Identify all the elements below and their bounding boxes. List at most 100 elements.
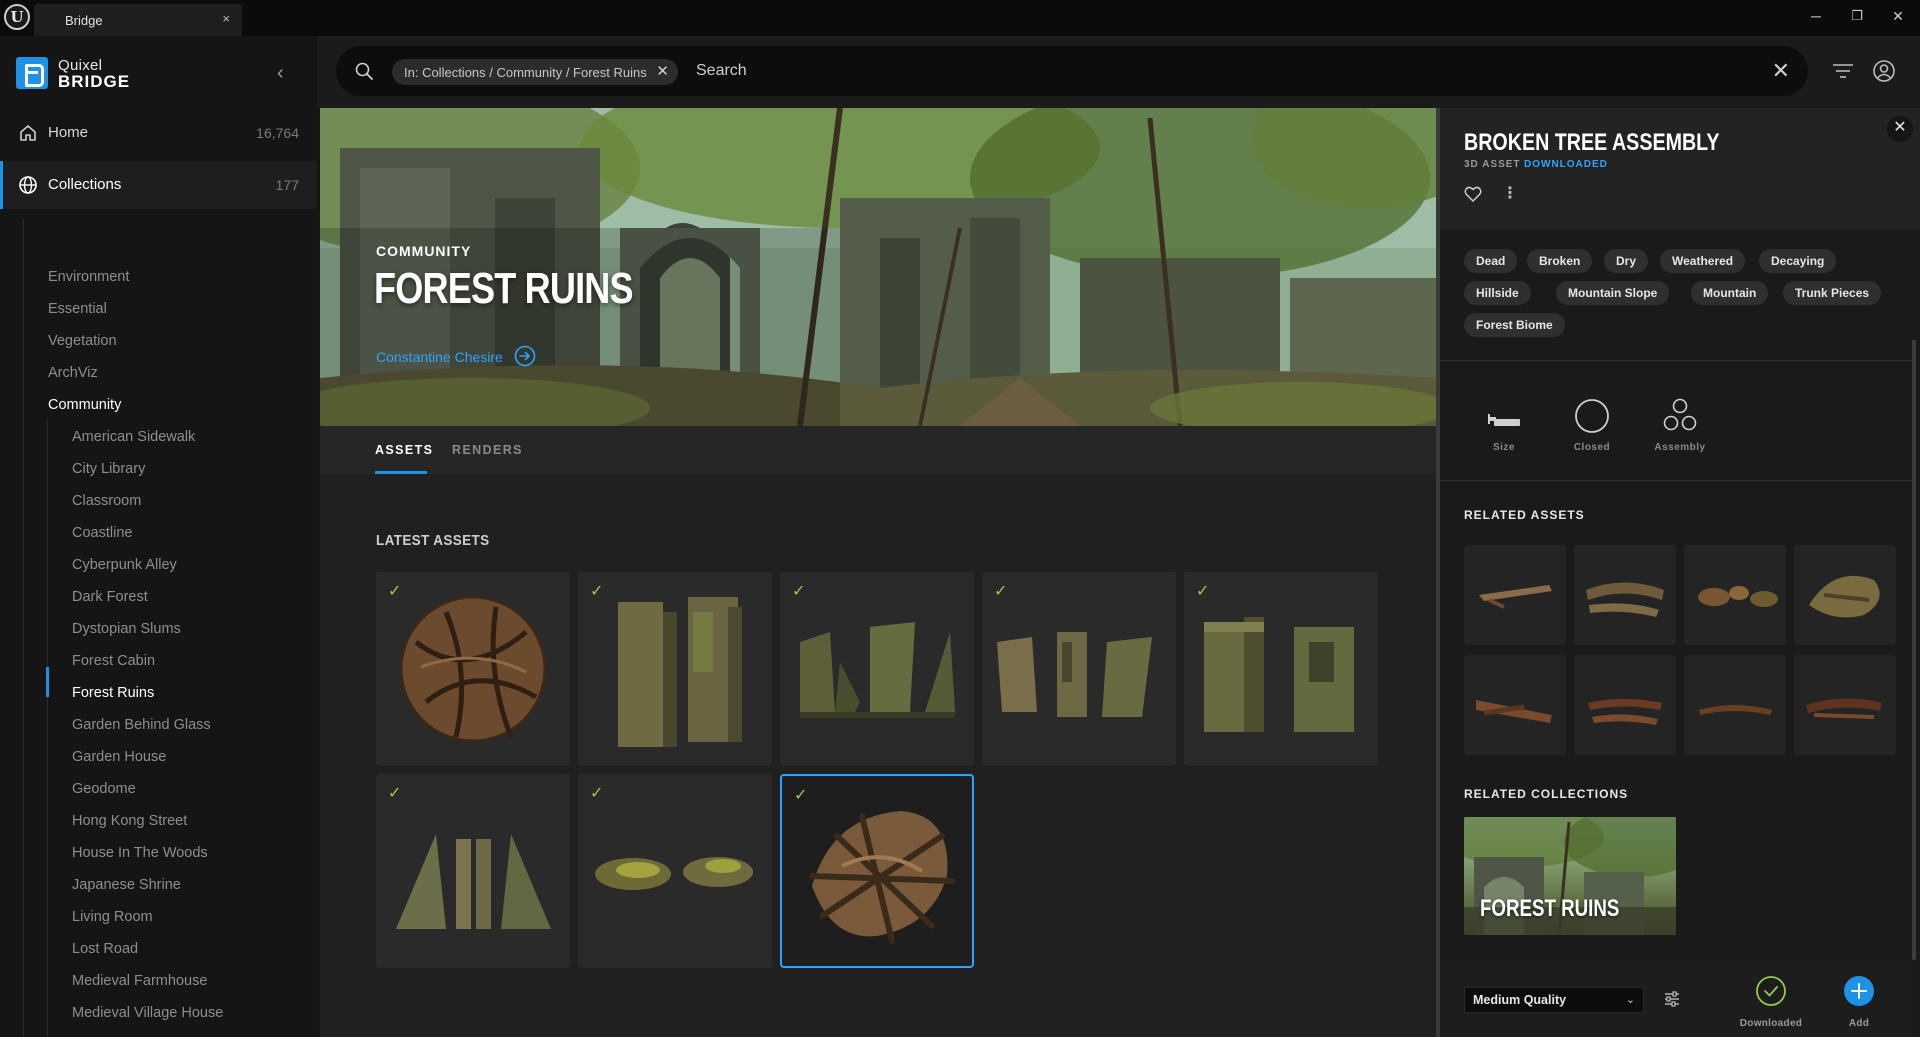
related-asset-thumbnail [1699, 705, 1772, 715]
asset-card[interactable]: ✓ [578, 774, 772, 968]
search-input[interactable] [696, 58, 1596, 84]
user-account-icon[interactable] [1872, 59, 1896, 83]
sidebar-item-archviz[interactable]: ArchViz [48, 365, 98, 381]
asset-card[interactable]: ✓ [780, 774, 974, 968]
filter-icon[interactable] [1832, 61, 1854, 81]
collection-title: FOREST RUINS [374, 264, 634, 313]
related-asset-thumbnail [1588, 699, 1662, 725]
sidebar-item-vegetation[interactable]: Vegetation [48, 333, 117, 349]
sidebar-item-collections[interactable]: Collections 177 [0, 161, 317, 209]
tab-assets[interactable]: ASSETS [375, 443, 433, 457]
unreal-logo-icon[interactable]: U [4, 4, 30, 30]
tag-trunk-pieces[interactable]: Trunk Pieces [1783, 281, 1882, 305]
tag-dry[interactable]: Dry [1604, 249, 1649, 273]
add-button[interactable]: Add [1824, 975, 1894, 1029]
heart-icon[interactable] [1464, 186, 1482, 202]
arrow-right-circle-icon[interactable] [514, 345, 536, 367]
asset-thumbnail [809, 811, 955, 944]
sidebar-item-essential[interactable]: Essential [48, 301, 107, 317]
sidebar-item-lost-road[interactable]: Lost Road [72, 941, 138, 957]
sidebar-item-environment[interactable]: Environment [48, 269, 129, 285]
search-scope-chip[interactable]: In: Collections / Community / Forest Rui… [392, 59, 678, 85]
tag-broken[interactable]: Broken [1527, 249, 1593, 273]
search-bar[interactable]: In: Collections / Community / Forest Rui… [336, 46, 1808, 96]
download-footer: Medium Quality ⌄ Downloaded Add [1440, 960, 1912, 1037]
sidebar-item-medieval-village-house[interactable]: Medieval Village House [72, 1005, 223, 1021]
related-collection-title: FOREST RUINS [1480, 895, 1620, 922]
asset-card[interactable]: ✓ [1184, 572, 1378, 766]
sidebar-item-geodome[interactable]: Geodome [72, 781, 136, 797]
app-tab[interactable]: Bridge × [34, 4, 242, 36]
related-asset-card[interactable] [1794, 545, 1896, 645]
collapse-sidebar-icon[interactable]: ‹ [277, 62, 284, 85]
sidebar-item-medieval-farmhouse[interactable]: Medieval Farmhouse [72, 973, 207, 989]
related-asset-card[interactable] [1574, 655, 1676, 755]
sidebar-item-forest-cabin[interactable]: Forest Cabin [72, 653, 155, 669]
sidebar-item-japanese-shrine[interactable]: Japanese Shrine [72, 877, 181, 893]
assembly-icon [1663, 398, 1697, 431]
sidebar-item-home[interactable]: Home 16,764 [0, 111, 317, 155]
related-asset-thumbnail [1476, 700, 1552, 723]
asset-card[interactable]: ✓ [376, 572, 570, 766]
tree-guide [23, 219, 24, 1037]
quality-select[interactable]: Medium Quality ⌄ [1464, 987, 1644, 1013]
downloaded-label: Downloaded [1739, 1018, 1803, 1029]
sidebar-item-garden-house[interactable]: Garden House [72, 749, 166, 765]
close-panel-icon[interactable]: ✕ [1887, 116, 1913, 142]
asset-card[interactable]: ✓ [780, 572, 974, 766]
property-closed: Closed [1562, 396, 1622, 453]
downloaded-button[interactable]: Downloaded [1736, 975, 1806, 1029]
remove-scope-icon[interactable]: ✕ [656, 62, 669, 80]
tag-weathered[interactable]: Weathered [1660, 249, 1746, 273]
clear-search-icon[interactable]: ✕ [1772, 58, 1790, 84]
downloaded-check-icon: ✓ [388, 583, 402, 600]
asset-card[interactable]: ✓ [578, 572, 772, 766]
sidebar-item-dark-forest[interactable]: Dark Forest [72, 589, 148, 605]
property-assembly: Assembly [1650, 396, 1710, 453]
related-collection-card[interactable]: FOREST RUINS [1464, 817, 1676, 935]
sidebar-item-city-library[interactable]: City Library [72, 461, 145, 477]
asset-card[interactable]: ✓ [982, 572, 1176, 766]
sidebar-item-american-sidewalk[interactable]: American Sidewalk [72, 429, 195, 445]
circle-icon [1575, 399, 1609, 433]
collection-tabs: ASSETS RENDERS [320, 426, 1436, 474]
sidebar-item-dystopian-slums[interactable]: Dystopian Slums [72, 621, 181, 637]
sidebar-item-classroom[interactable]: Classroom [72, 493, 141, 509]
tag-dead[interactable]: Dead [1464, 249, 1518, 273]
sidebar-item-coastline[interactable]: Coastline [72, 525, 132, 541]
related-asset-card[interactable] [1794, 655, 1896, 755]
tab-renders[interactable]: RENDERS [452, 443, 523, 457]
author-link[interactable]: Constantine Chesire [376, 349, 503, 365]
title-bar: U Bridge × ─ ❐ ✕ [0, 0, 1920, 36]
related-asset-card[interactable] [1684, 655, 1786, 755]
related-asset-card[interactable] [1464, 545, 1566, 645]
asset-card[interactable]: ✓ [376, 774, 570, 968]
sliders-icon[interactable] [1663, 990, 1681, 1008]
sidebar-item-hong-kong-street[interactable]: Hong Kong Street [72, 813, 187, 829]
downloaded-check-icon: ✓ [792, 583, 806, 600]
sidebar-item-house-in-the-woods[interactable]: House In The Woods [72, 845, 208, 861]
downloaded-check-icon: ✓ [388, 785, 402, 802]
tag-forest-biome[interactable]: Forest Biome [1464, 313, 1565, 337]
related-asset-card[interactable] [1684, 545, 1786, 645]
more-options-icon[interactable]: ⋮ [1502, 183, 1518, 203]
tag-mountain-slope[interactable]: Mountain Slope [1556, 281, 1670, 305]
tag-mountain[interactable]: Mountain [1691, 281, 1769, 305]
related-asset-card[interactable] [1574, 545, 1676, 645]
tag-decaying[interactable]: Decaying [1759, 249, 1837, 273]
asset-thumbnail [396, 834, 551, 929]
active-indicator [46, 667, 49, 697]
sidebar-item-garden-behind-glass[interactable]: Garden Behind Glass [72, 717, 211, 733]
app-tab-close-icon[interactable]: × [222, 11, 230, 26]
minimize-icon[interactable]: ─ [1806, 8, 1826, 24]
panel-scrollbar[interactable] [1912, 340, 1916, 960]
sidebar-item-forest-ruins[interactable]: Forest Ruins [72, 685, 154, 701]
window-close-icon[interactable]: ✕ [1888, 8, 1908, 25]
sidebar-item-cyberpunk-alley[interactable]: Cyberpunk Alley [72, 557, 177, 573]
related-asset-card[interactable] [1464, 655, 1566, 755]
sidebar-item-living-room[interactable]: Living Room [72, 909, 153, 925]
tag-hillside[interactable]: Hillside [1464, 281, 1531, 305]
related-asset-thumbnail [1479, 585, 1552, 609]
sidebar-item-community[interactable]: Community [48, 397, 121, 413]
restore-icon[interactable]: ❐ [1847, 8, 1867, 24]
